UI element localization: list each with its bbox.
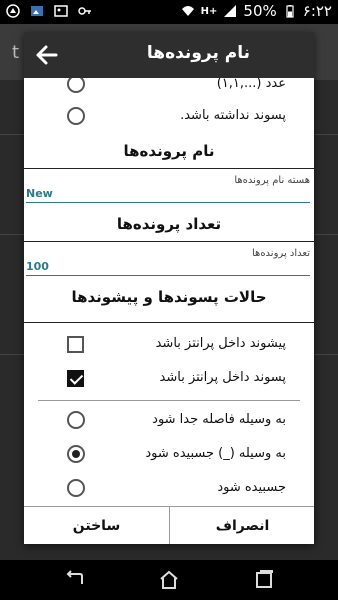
option-label: پسوند داخل پرانتز باشد <box>159 370 286 385</box>
prefix-parentheses-option[interactable]: پیشوند داخل پرانتز باشد <box>24 328 314 362</box>
count-input[interactable]: 100 <box>26 260 49 273</box>
filename-field-label: هسته نام پرونده‌ها <box>234 175 310 186</box>
dialog-title: نام پرونده‌ها <box>146 43 250 63</box>
home-icon[interactable] <box>157 568 181 592</box>
checkbox-checked[interactable] <box>67 370 84 387</box>
filename-input[interactable]: New <box>26 187 53 200</box>
radio-button[interactable] <box>67 107 85 125</box>
photo-notification-icon <box>31 6 43 16</box>
checkbox[interactable] <box>67 336 84 353</box>
filename-section-title: نام پرونده‌ها <box>123 142 215 160</box>
dialog-content[interactable]: عدد (...,۱,۱) پسوند نداشته باشد. نام پرو… <box>24 78 314 506</box>
battery-icon <box>286 5 294 18</box>
signal-icon <box>224 5 237 17</box>
radio-button-selected[interactable] <box>67 445 85 463</box>
back-icon[interactable] <box>62 568 86 592</box>
radio-button[interactable] <box>67 78 85 93</box>
filenames-dialog: نام پرونده‌ها عدد (...,۱,۱) پسوند نداشته… <box>24 32 314 544</box>
count-field-label: تعداد پرونده‌ها <box>252 248 310 259</box>
dialog-header: نام پرونده‌ها <box>24 32 314 78</box>
section-divider <box>24 322 314 323</box>
suffix-parentheses-option[interactable]: پسوند داخل پرانتز باشد <box>24 362 314 396</box>
status-bar: H+ 50% ۶:۲۲ <box>0 0 338 24</box>
no-suffix-option[interactable]: پسوند نداشته باشد. <box>24 100 314 134</box>
image-notification-icon <box>54 5 68 17</box>
radio-button[interactable] <box>67 479 85 497</box>
count-input-underline <box>26 275 310 276</box>
number-suffix-option[interactable]: عدد (...,۱,۱) <box>24 78 314 102</box>
clock: ۶:۲۲ <box>302 2 332 20</box>
group-divider <box>38 400 300 401</box>
network-type: H+ <box>200 5 218 17</box>
navigation-bar <box>0 560 338 600</box>
option-label: پیشوند داخل پرانتز باشد <box>155 336 286 351</box>
back-arrow-icon[interactable] <box>30 38 64 72</box>
option-label: به وسیله (_) جسبیده شود <box>145 446 286 461</box>
key-icon <box>78 7 91 15</box>
cancel-button[interactable]: انصراف <box>170 507 314 544</box>
section-divider <box>24 241 314 242</box>
filename-input-underline <box>26 202 310 203</box>
option-label: پسوند نداشته باشد. <box>180 108 286 123</box>
system-icons: H+ 50% ۶:۲۲ <box>181 2 332 20</box>
recent-apps-icon[interactable] <box>252 568 276 592</box>
space-separator-option[interactable]: به وسیله فاصله جدا شود <box>24 404 314 438</box>
underscore-separator-option[interactable]: به وسیله (_) جسبیده شود <box>24 438 314 472</box>
build-button[interactable]: ساختن <box>24 507 169 544</box>
joined-option[interactable]: جسبیده شود <box>24 472 314 506</box>
battery-percent: 50% <box>243 2 277 20</box>
modes-section-title: حالات پسوندها و پیشوندها <box>71 288 267 306</box>
app-notification-icon <box>6 4 20 18</box>
background-title: t <box>12 42 20 63</box>
section-divider <box>24 168 314 169</box>
option-label: عدد (...,۱,۱) <box>216 78 286 91</box>
count-section-title: تعداد پرونده‌ها <box>116 215 222 233</box>
dialog-button-bar: ساختن انصراف <box>24 506 314 544</box>
option-label: به وسیله فاصله جدا شود <box>152 412 286 427</box>
option-label: جسبیده شود <box>217 480 286 495</box>
wifi-icon <box>181 6 194 16</box>
screen: H+ 50% ۶:۲۲ t نام پرونده‌ها عدد (...,۱,۱… <box>0 0 338 600</box>
notification-icons <box>6 4 92 18</box>
radio-button[interactable] <box>67 411 85 429</box>
